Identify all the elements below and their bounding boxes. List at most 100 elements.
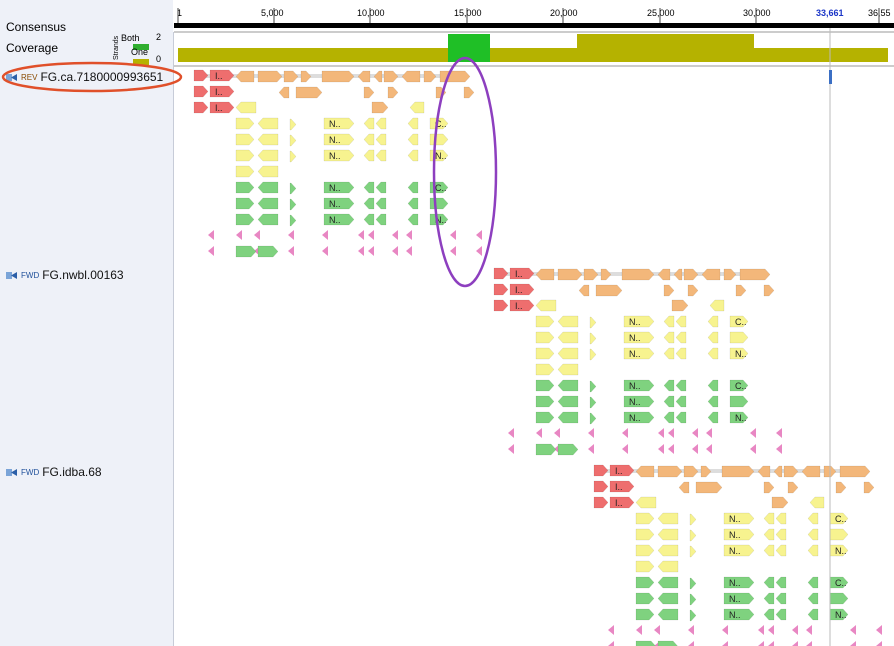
contig-row-1[interactable]: REV FG.ca.7180000993651 (6, 70, 163, 84)
strand-badge: FWD (21, 467, 40, 477)
gene-feature (535, 268, 555, 281)
gene-feature (289, 214, 297, 227)
small-feature (688, 625, 694, 635)
gene-feature (807, 608, 819, 621)
gene-feature (257, 165, 279, 178)
gene-feature (589, 380, 597, 393)
gene-feature (807, 544, 819, 557)
gene-feature (439, 70, 471, 83)
gene-feature (657, 640, 678, 646)
feature-label: I.. (515, 301, 523, 311)
feature-label: I.. (215, 71, 223, 81)
ruler-bar (174, 23, 894, 28)
small-feature (758, 625, 764, 635)
feature-label: N.. (629, 349, 641, 359)
small-feature (706, 444, 712, 454)
small-feature (322, 246, 328, 256)
small-feature (476, 230, 482, 240)
small-feature (554, 428, 560, 438)
gene-feature (707, 347, 719, 360)
gene-feature (635, 465, 655, 478)
gene-feature (635, 640, 656, 646)
contig-row-3[interactable]: FWD FG.idba.68 (6, 465, 102, 479)
gene-feature (493, 283, 509, 296)
gene-feature (373, 70, 383, 83)
gene-feature (357, 70, 371, 83)
feature-label: C.. (835, 578, 847, 588)
contig-row-2[interactable]: FWD FG.nwbl.00163 (6, 268, 124, 282)
feature-label: N.. (329, 135, 341, 145)
contig-arrow-icon (6, 271, 17, 279)
gene-feature (535, 347, 555, 360)
gene-feature (807, 528, 819, 541)
feature-label: N.. (329, 183, 341, 193)
gene-feature (589, 348, 597, 361)
small-feature (876, 625, 882, 635)
gene-feature (707, 379, 719, 392)
gene-feature (689, 529, 697, 542)
gene-feature (407, 181, 419, 194)
gene-feature (235, 149, 255, 162)
small-feature (688, 641, 694, 646)
gene-feature (729, 395, 749, 408)
small-feature (368, 230, 374, 240)
track-area[interactable]: I.. I.. I.. N.. C.. N.. N.. N.. N.. C.. N.. N.. N.. I… (174, 0, 894, 646)
gene-feature (593, 464, 609, 477)
gene-feature (735, 284, 747, 297)
legend-one-swatch (131, 56, 149, 66)
small-feature (850, 625, 856, 635)
gene-feature (375, 197, 387, 210)
gene-feature (535, 443, 557, 456)
gene-feature (675, 395, 687, 408)
gene-feature (763, 544, 775, 557)
small-feature (288, 246, 294, 256)
gene-feature (557, 363, 579, 376)
small-feature (692, 444, 698, 454)
gene-feature (657, 465, 683, 478)
small-feature (658, 428, 664, 438)
gene-feature (409, 101, 425, 114)
small-feature (768, 641, 774, 646)
gene-feature (663, 411, 675, 424)
small-feature (450, 246, 456, 256)
gene-feature (387, 86, 399, 99)
gene-feature (775, 528, 787, 541)
gene-feature (423, 70, 437, 83)
gene-feature (257, 245, 279, 258)
gene-feature (235, 70, 255, 83)
small-feature (406, 246, 412, 256)
feature-label: C.. (735, 381, 747, 391)
gene-feature (763, 284, 775, 297)
small-feature (208, 230, 214, 240)
small-feature (254, 230, 260, 240)
gene-feature (689, 593, 697, 606)
gene-feature (775, 608, 787, 621)
small-feature (508, 444, 514, 454)
gene-feature (363, 149, 375, 162)
small-feature (806, 625, 812, 635)
gene-feature (557, 411, 579, 424)
gene-feature (657, 560, 679, 573)
track-canvas[interactable]: I.. I.. I.. N.. C.. N.. N.. N.. N.. C.. N.. N.. N.. I… (174, 0, 894, 646)
gene-feature (375, 181, 387, 194)
small-feature (368, 246, 374, 256)
gene-feature (235, 245, 257, 258)
gene-feature (375, 133, 387, 146)
gene-feature (707, 331, 719, 344)
gene-feature (771, 496, 789, 509)
gene-feature (675, 379, 687, 392)
gene-feature (635, 560, 655, 573)
gene-feature (375, 117, 387, 130)
feature-label: N.. (729, 594, 741, 604)
gene-feature (193, 85, 209, 98)
gene-feature (707, 411, 719, 424)
gene-feature (235, 213, 255, 226)
small-feature (692, 428, 698, 438)
gene-feature (675, 331, 687, 344)
gene-feature (321, 70, 355, 83)
feature-label: N.. (835, 546, 847, 556)
small-feature (768, 625, 774, 635)
gene-feature (493, 267, 509, 280)
gene-feature (663, 379, 675, 392)
gene-feature (773, 465, 783, 478)
